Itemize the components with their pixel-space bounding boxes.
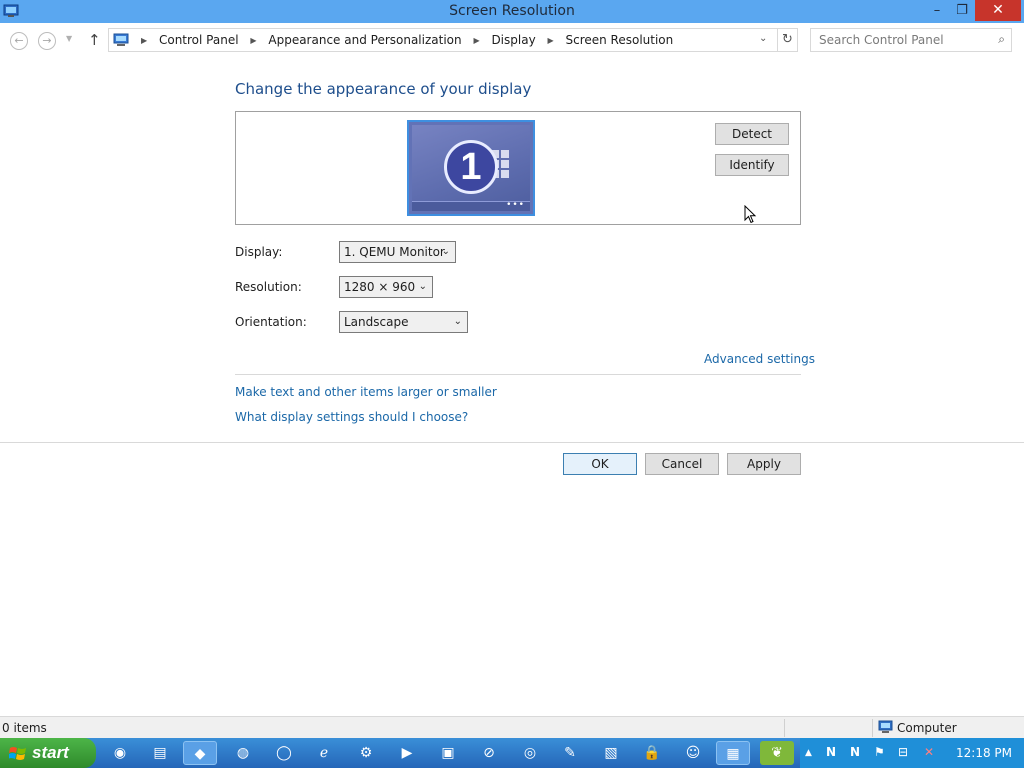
- internet-explorer-icon[interactable]: ℯ: [307, 741, 341, 765]
- back-button[interactable]: ←: [10, 32, 28, 50]
- window-switcher-icon[interactable]: ▣: [431, 741, 465, 765]
- recent-locations-icon[interactable]: ▼: [66, 34, 72, 43]
- display-select-value: 1. QEMU Monitor: [344, 245, 445, 259]
- notepad-icon[interactable]: ✎: [553, 741, 587, 765]
- firefox-icon[interactable]: ◍: [226, 741, 260, 765]
- close-button[interactable]: ✕: [975, 0, 1021, 21]
- media-player-icon[interactable]: ▶: [390, 741, 424, 765]
- breadcrumb-screen-resolution[interactable]: Screen Resolution: [565, 33, 673, 47]
- tray-n-icon[interactable]: N: [826, 745, 836, 759]
- breadcrumb-separator-icon: ▶: [141, 36, 148, 45]
- no-entry-icon[interactable]: ⊘: [472, 741, 506, 765]
- breadcrumb-separator-icon[interactable]: ▶: [473, 36, 479, 45]
- location-label: Computer: [897, 721, 957, 735]
- start-label: start: [32, 743, 69, 762]
- up-button[interactable]: ↑: [88, 31, 101, 49]
- taskbar: start ◉ ▤ ◆ ◍ ◯ ℯ ⚙ ▶ ▣ ⊘ ◎ ✎ ▧ 🔒 ☺ ▦ ❦ …: [0, 738, 1024, 768]
- apply-button[interactable]: Apply: [727, 453, 801, 475]
- network-globe-icon[interactable]: ◎: [513, 741, 547, 765]
- chrome-icon[interactable]: ◉: [103, 741, 137, 765]
- windows-flag-icon: [9, 747, 26, 760]
- tray-n-icon[interactable]: N: [850, 745, 860, 759]
- resolution-select-value: 1280 × 960: [344, 280, 416, 294]
- computer-icon: [878, 720, 893, 733]
- detect-button[interactable]: Detect: [715, 123, 789, 145]
- display-label: Display:: [235, 245, 283, 259]
- address-bar[interactable]: ▶ Control Panel ▶ Appearance and Persona…: [108, 28, 798, 52]
- steam-icon[interactable]: ⚙: [349, 741, 383, 765]
- refresh-button[interactable]: ↻: [777, 29, 797, 51]
- chevron-down-icon: ⌄: [453, 316, 462, 327]
- network-icon[interactable]: ⊟: [898, 745, 908, 759]
- monitor-number-badge: 1: [444, 140, 498, 194]
- file-explorer-icon[interactable]: ▤: [143, 741, 177, 765]
- breadcrumb-display[interactable]: Display: [491, 33, 535, 47]
- address-dropdown-icon[interactable]: ⌄: [759, 33, 767, 44]
- minimize-button[interactable]: –: [924, 0, 950, 21]
- resolution-label: Resolution:: [235, 280, 302, 294]
- breadcrumb-appearance[interactable]: Appearance and Personalization: [268, 33, 461, 47]
- identify-button[interactable]: Identify: [715, 154, 789, 176]
- breadcrumb: ▶ Control Panel ▶ Appearance and Persona…: [133, 33, 673, 47]
- volume-muted-icon[interactable]: ✕: [924, 745, 934, 759]
- monitor-dots: •••: [506, 200, 525, 210]
- monitor-1-thumbnail[interactable]: 1 •••: [407, 120, 535, 216]
- display-help-link[interactable]: What display settings should I choose?: [235, 410, 468, 424]
- orientation-select[interactable]: Landscape ⌄: [339, 311, 468, 333]
- orientation-select-value: Landscape: [344, 315, 409, 329]
- image-viewer-icon[interactable]: ▧: [594, 741, 628, 765]
- advanced-settings-link[interactable]: Advanced settings: [704, 352, 815, 366]
- navigation-bar: ← → ▼ ↑ ▶ Control Panel ▶ Appearance and…: [0, 23, 1024, 59]
- item-count: 0 items: [2, 721, 47, 735]
- status-bar: 0 items Computer: [0, 716, 1024, 738]
- page-title: Change the appearance of your display: [235, 80, 532, 98]
- start-button[interactable]: start: [0, 738, 96, 768]
- orientation-label: Orientation:: [235, 315, 307, 329]
- search-input[interactable]: Search Control Panel: [819, 33, 944, 47]
- leaf-app-icon[interactable]: ❦: [760, 741, 794, 765]
- status-divider: [872, 719, 873, 737]
- status-divider: [784, 719, 785, 737]
- control-panel-taskbar-icon[interactable]: ▦: [716, 741, 750, 765]
- cancel-button[interactable]: Cancel: [645, 453, 719, 475]
- window-title: Screen Resolution: [449, 3, 575, 19]
- title-bar: Screen Resolution – ❐ ✕: [0, 0, 1024, 23]
- control-panel-icon: [113, 33, 129, 46]
- action-center-flag-icon[interactable]: ⚑: [874, 745, 885, 759]
- divider: [0, 442, 1024, 443]
- breadcrumb-control-panel[interactable]: Control Panel: [159, 33, 239, 47]
- search-icon[interactable]: ⌕: [998, 32, 1005, 47]
- text-size-link[interactable]: Make text and other items larger or smal…: [235, 385, 497, 399]
- ok-button[interactable]: OK: [563, 453, 637, 475]
- app-drop-icon[interactable]: ◆: [183, 741, 217, 765]
- clock[interactable]: 12:18 PM: [956, 746, 1012, 760]
- lock-icon[interactable]: 🔒: [635, 741, 669, 765]
- game-icon[interactable]: ☺: [676, 741, 710, 765]
- divider: [235, 374, 801, 375]
- maximize-button[interactable]: ❐: [950, 0, 974, 21]
- resolution-select[interactable]: 1280 × 960 ⌄: [339, 276, 433, 298]
- breadcrumb-separator-icon[interactable]: ▶: [548, 36, 554, 45]
- mouse-cursor-icon: [744, 205, 757, 224]
- chevron-down-icon: ⌄: [441, 246, 450, 257]
- opera-icon[interactable]: ◯: [267, 741, 301, 765]
- breadcrumb-separator-icon[interactable]: ▶: [250, 36, 256, 45]
- system-tray: ▲ N N ⚑ ⊟ ✕ 12:18 PM: [800, 738, 1024, 768]
- forward-button[interactable]: →: [38, 32, 56, 50]
- show-hidden-icons-icon[interactable]: ▲: [805, 748, 812, 758]
- search-box[interactable]: Search Control Panel ⌕: [810, 28, 1012, 52]
- chevron-down-icon: ⌄: [418, 281, 427, 292]
- display-select[interactable]: 1. QEMU Monitor ⌄: [339, 241, 456, 263]
